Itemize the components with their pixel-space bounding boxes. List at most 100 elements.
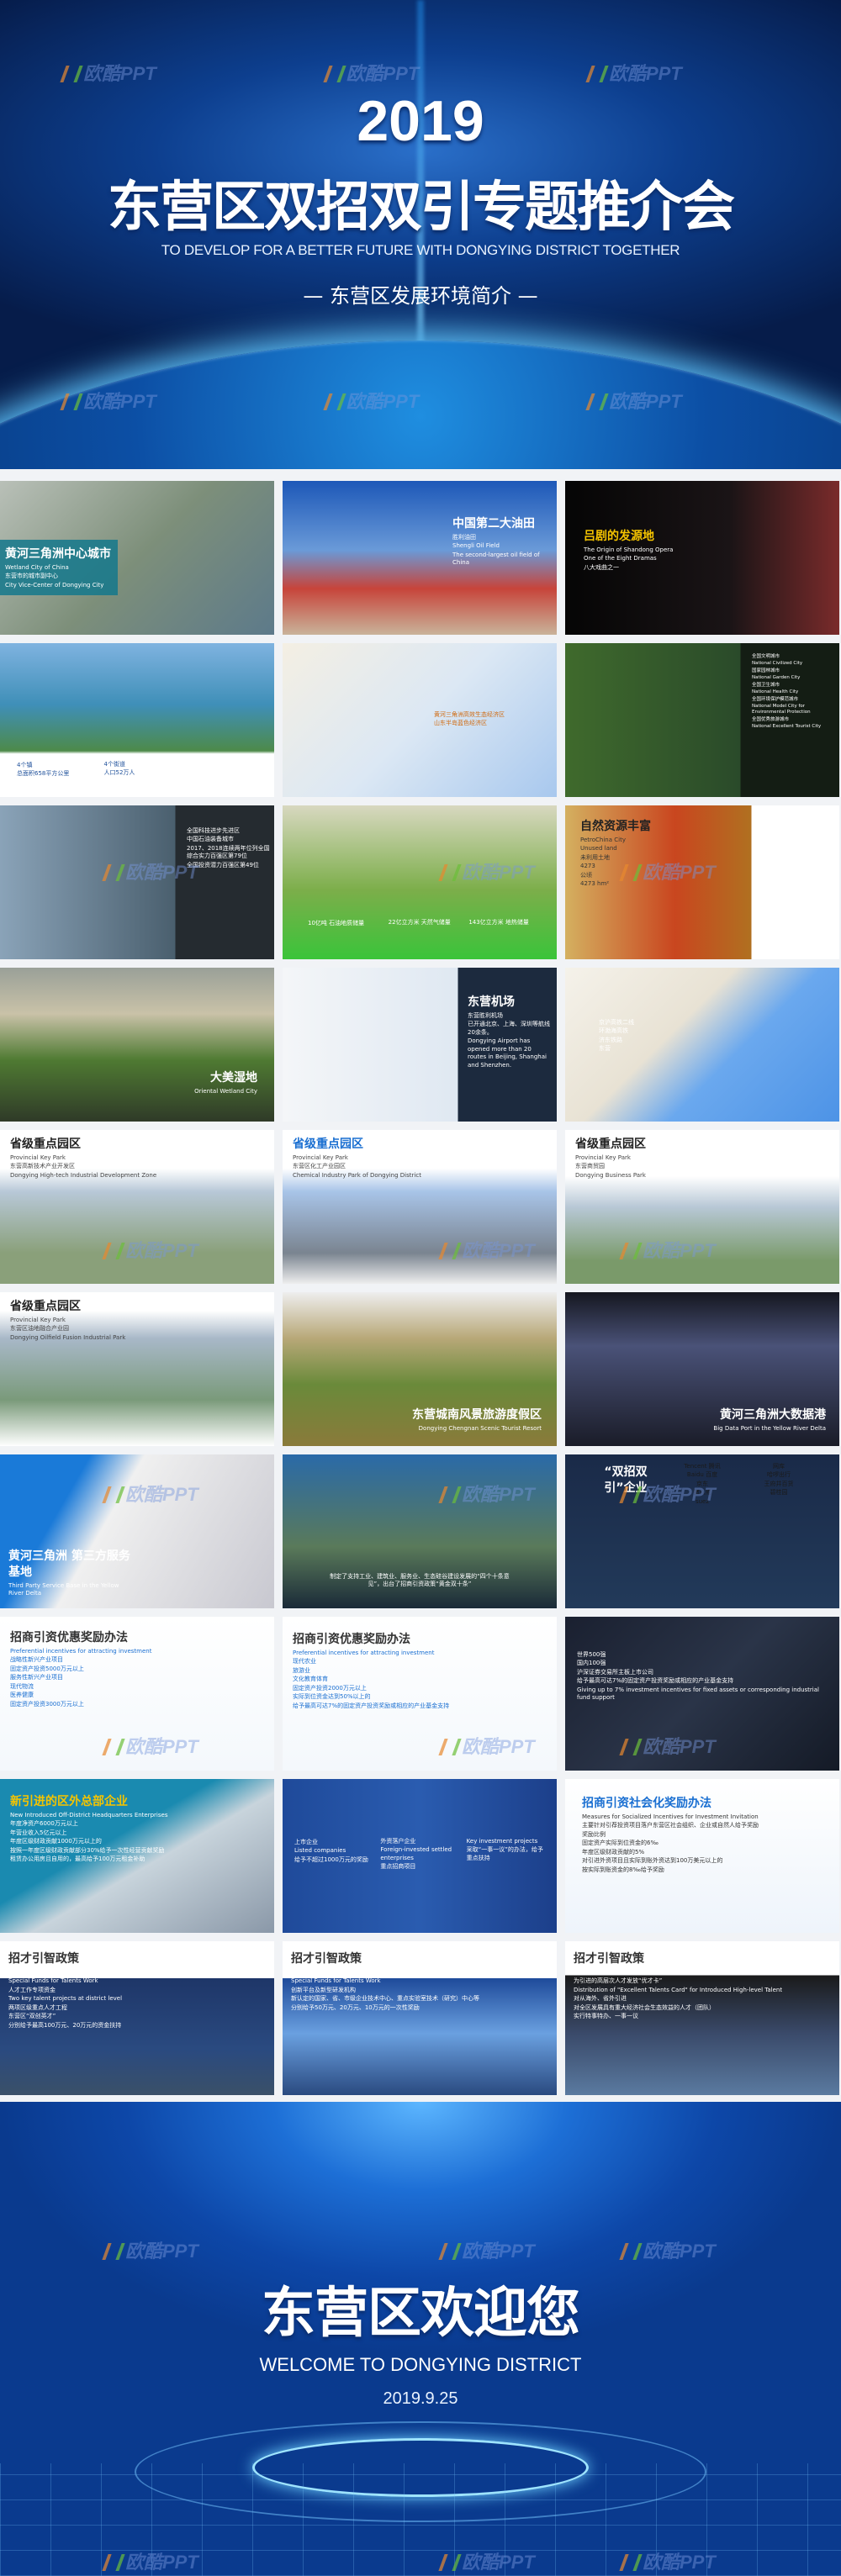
- slide-thumbnail[interactable]: 省级重点园区 Provincial Key Park 东营高新技术产业开发区 Dong…: [0, 1130, 274, 1284]
- slide-text: 招商引资优惠奖励办法 Preferential incentives for at…: [293, 1630, 545, 1711]
- slide-text-line: Provincial Key Park: [575, 1153, 631, 1161]
- slide-thumbnail[interactable]: 吕剧的发源地 The Origin of Shandong Opera One of…: [565, 481, 839, 635]
- slide-text-line: 现代物流: [10, 1682, 34, 1690]
- slide-thumbnail[interactable]: 世界500强 国内100强 沪深证券交易所主板上市公司 给予最高可达7%的固定资产投资…: [565, 1617, 839, 1771]
- slide-text-line: 未利用土地: [580, 853, 610, 861]
- slide-text-line: 碧桂园: [770, 1489, 788, 1497]
- slide-text-line: 医养健康: [10, 1692, 34, 1699]
- slide-thumbnail[interactable]: “双招双引”企业 Tencent 腾讯 Baidu 百度 京东 猪八戒 suez 网库 哈啰出…: [565, 1454, 839, 1608]
- slide-text-line: 采取“一事一议”的办法，给予重点扶持: [466, 1846, 543, 1861]
- slide-thumbnail[interactable]: 招才引智政策 Policy of recruiting talents and a…: [283, 1941, 557, 2095]
- slide-text-line: 文化教育体育: [293, 1676, 328, 1683]
- slide-text-line: 租赁办公用房且自用的，最高给予100万元租金补助: [10, 1855, 145, 1863]
- slide-thumbnail[interactable]: 东营机场 东营胜利机场 已开通北京、上海、深圳等航线20余条。 Dongying Ai…: [283, 968, 557, 1122]
- slide-text-line: Tencent 腾讯: [684, 1463, 721, 1470]
- slide-text-line: National Civilized City: [752, 661, 803, 667]
- slide-text-line: 新认定的国家、省、市级企业技术中心、重点实验室技术（研究）中心等: [291, 1995, 479, 2003]
- slide-thumbnail[interactable]: 省级重点园区 Provincial Key Park 东营区油地融合产业园 Dongy…: [0, 1292, 274, 1446]
- slide-text-line: Listed companies: [294, 1847, 346, 1855]
- slide-title: 招商引资优惠奖励办法: [293, 1633, 410, 1646]
- slide-text-line: Distribution of "Excellent Talents Card"…: [574, 1986, 783, 1993]
- slide-text-line: 分别给予50万元、20万元、10万元的一次性奖励: [291, 2003, 420, 2011]
- slide-text-line: 战略性新兴产业项目: [10, 1656, 63, 1664]
- slide-text-line: 山东半岛蓝色经济区: [434, 720, 487, 727]
- slide-text-line: National Health City: [752, 689, 799, 695]
- slide-text-line: Provincial Key Park: [293, 1153, 348, 1161]
- slide-text-line: 年度区级财政贡献的5%: [582, 1848, 645, 1855]
- slide-thumbnail[interactable]: 省级重点园区 Provincial Key Park 东营商贸园 Dongying B…: [565, 1130, 839, 1284]
- slide-text-line: 给予最高可达7%的固定资产投资奖励或相应的产业基金支持: [293, 1702, 450, 1709]
- slide-thumbnail[interactable]: 新引进的区外总部企业 New Introduced Off-District He…: [0, 1779, 274, 1933]
- slide-thumbnail[interactable]: 中国第二大油田 胜利油田 Shengli Oil Field The second-l…: [283, 481, 557, 635]
- slide-thumbnail[interactable]: 黄河三角洲 第三方服务基地 Third Party Service Base in…: [0, 1454, 274, 1608]
- slide-thumbnail[interactable]: 制定了支持工业、建筑业、服务业、生态硅谷建设发展的“四个十条意见”，出台了招商引…: [283, 1454, 557, 1608]
- slide-text: 招才引智政策 Policy of recruiting talents and a…: [574, 1950, 826, 2022]
- slide-thumbnail[interactable]: 招商引资优惠奖励办法 Preferential incentives for at…: [0, 1617, 274, 1771]
- slide-text-line: 主要针对引荐投资项目落户东营区社会组织、企业或自然人给予奖励: [582, 1822, 759, 1829]
- slide-text: 上市企业 Listed companies 给予不超过1000万元的奖励 外资落户企业…: [294, 1838, 547, 1871]
- slide-text-line: 服务性新兴产业项目: [10, 1674, 63, 1681]
- slide-thumbnail[interactable]: 全国科技进步先进区 中国石油装备城市 2017、2018连续两年位列全国综合实力百强…: [0, 805, 274, 959]
- slide-thumbnail[interactable]: 招商引资社会化奖励办法 Measures for Socialized Incen…: [565, 1779, 839, 1933]
- slide-text-line: 东营商贸园: [575, 1163, 605, 1170]
- floor-grid: [0, 2463, 841, 2576]
- slide-text-line: Third Party Service Base in the Yellow R…: [8, 1581, 119, 1597]
- slide-text-line: 环渤海高铁: [599, 1027, 628, 1035]
- slide-thumbnail[interactable]: 招商引资优惠奖励办法 Preferential incentives for at…: [283, 1617, 557, 1771]
- slide-thumbnail[interactable]: 黄河三角洲高效生态经济区 山东半岛蓝色经济区: [283, 643, 557, 797]
- slide-thumbnail[interactable]: 全国文明城市 National Civilized City 国家园林城市 Natio…: [565, 643, 839, 797]
- slide-text-line: 网库: [773, 1463, 785, 1470]
- slide-title: 省级重点园区: [293, 1138, 363, 1151]
- slide-text-line: 东营区油地融合产业园: [10, 1325, 69, 1333]
- slide-text-line: Special Funds for Talents Work: [291, 1977, 381, 1985]
- banner-year: 2019: [357, 89, 484, 153]
- slide-text-line: 奖励比例: [582, 1830, 606, 1838]
- slide-thumbnail[interactable]: 京沪高铁二线 环渤海高铁 济东铁路 东营: [565, 968, 839, 1122]
- slide-text: 吕剧的发源地 The Origin of Shandong Opera One of…: [584, 527, 693, 573]
- slide-text-line: 年度区级财政贡献1000万元以上的: [10, 1838, 102, 1845]
- slide-text-line: 国家园林城市: [752, 668, 780, 673]
- slide-text-line: Measures for Socialized Incentives for I…: [582, 1813, 759, 1820]
- slide-thumbnail[interactable]: 10亿吨 石油地质储量 22亿立方米 天然气储量 143亿立方米 地热储量: [283, 805, 557, 959]
- slide-text-line: suez: [695, 1497, 710, 1505]
- slide-thumbnail[interactable]: 大美湿地 Oriental Wetland City: [0, 968, 274, 1122]
- slide-thumbnail[interactable]: 黄河三角洲中心城市 Wetland City of China 东营市的城市副中心 C…: [0, 481, 274, 635]
- slide-title: 自然资源丰富: [580, 820, 651, 833]
- slide-text-line: 年度净资产6000万元以上: [10, 1820, 78, 1828]
- slide-text: 省级重点园区 Provincial Key Park 东营区油地融合产业园 Dongy…: [10, 1297, 262, 1343]
- slide-thumbnail[interactable]: 自然资源丰富 PetroChina City Unused land 未利用土地 427…: [565, 805, 839, 959]
- slide-text-line: 国内100强: [577, 1660, 606, 1667]
- slide-text-line: 总面积658平方公里: [17, 770, 70, 778]
- slide-text-line: 中国石油装备城市: [187, 836, 234, 843]
- slide-text-line: 全国文明城市: [752, 654, 780, 659]
- slide-thumbnail[interactable]: 招才引智政策 Policy of recruiting talents and a…: [0, 1941, 274, 2095]
- slide-text: 全国科技进步先进区 中国石油装备城市 2017、2018连续两年位列全国综合实力百强…: [187, 826, 271, 870]
- slide-text-line: Key investment projects: [466, 1838, 538, 1845]
- slide-text-line: Policy of recruiting talents and attract…: [8, 1968, 151, 1976]
- slide-text-line: 东营高新技术产业开发区: [10, 1163, 75, 1170]
- slide-title: 新引进的区外总部企业: [10, 1795, 128, 1808]
- slide-text: 招商引资优惠奖励办法 Preferential incentives for at…: [10, 1628, 262, 1709]
- slide-thumbnail[interactable]: 东营城南风景旅游度假区 Dongying Chengnan Scenic Tour…: [283, 1292, 557, 1446]
- slide-text-line: 全国科技进步先进区: [187, 827, 240, 834]
- slide-thumbnail[interactable]: 4个镇 总面积658平方公里 4个街道 人口52万人: [0, 643, 274, 797]
- slide-text-line: 济东铁路: [599, 1036, 622, 1043]
- slide-text-line: 猪八戒: [693, 1489, 711, 1497]
- slide-thumbnail[interactable]: 招才引智政策 Policy of recruiting talents and a…: [565, 1941, 839, 2095]
- slide-text-line: The Origin of Shandong Opera: [584, 546, 674, 553]
- slide-text-line: Dongying Airport has opened more than 20…: [468, 1037, 547, 1069]
- slide-text-line: Chemical Industry Park of Dongying Distr…: [293, 1171, 421, 1179]
- slide-text-line: National Excellent Tourist City: [752, 724, 822, 730]
- slide-title: 黄河三角洲大数据港: [720, 1408, 826, 1422]
- slide-text-line: 对全区发展具有重大经济社会生态效益的人才（团队）: [574, 2003, 715, 2011]
- banner-title: 东营区双招双引专题推介会: [108, 177, 735, 239]
- slide-thumbnail[interactable]: 上市企业 Listed companies 给予不超过1000万元的奖励 外资落户企业…: [283, 1779, 557, 1933]
- slide-text-line: 已开通北京、上海、深圳等航线20余条。: [468, 1021, 550, 1036]
- slide-text-line: 哈啰出行: [767, 1471, 791, 1479]
- slide-text-line: National Model City for Environmental Pr…: [752, 703, 811, 715]
- slide-thumbnail[interactable]: 省级重点园区 Provincial Key Park 东营区化工产业园区 Chemic…: [283, 1130, 557, 1284]
- slide-text: 黄河三角洲中心城市 Wetland City of China 东营市的城市副中心 C…: [0, 540, 118, 596]
- slide-title: 吕剧的发源地: [584, 530, 654, 543]
- slide-thumbnail[interactable]: 黄河三角洲大数据港 Big Data Port in the Yellow Riv…: [565, 1292, 839, 1446]
- slide-title: “双招双引”企业: [604, 1465, 648, 1495]
